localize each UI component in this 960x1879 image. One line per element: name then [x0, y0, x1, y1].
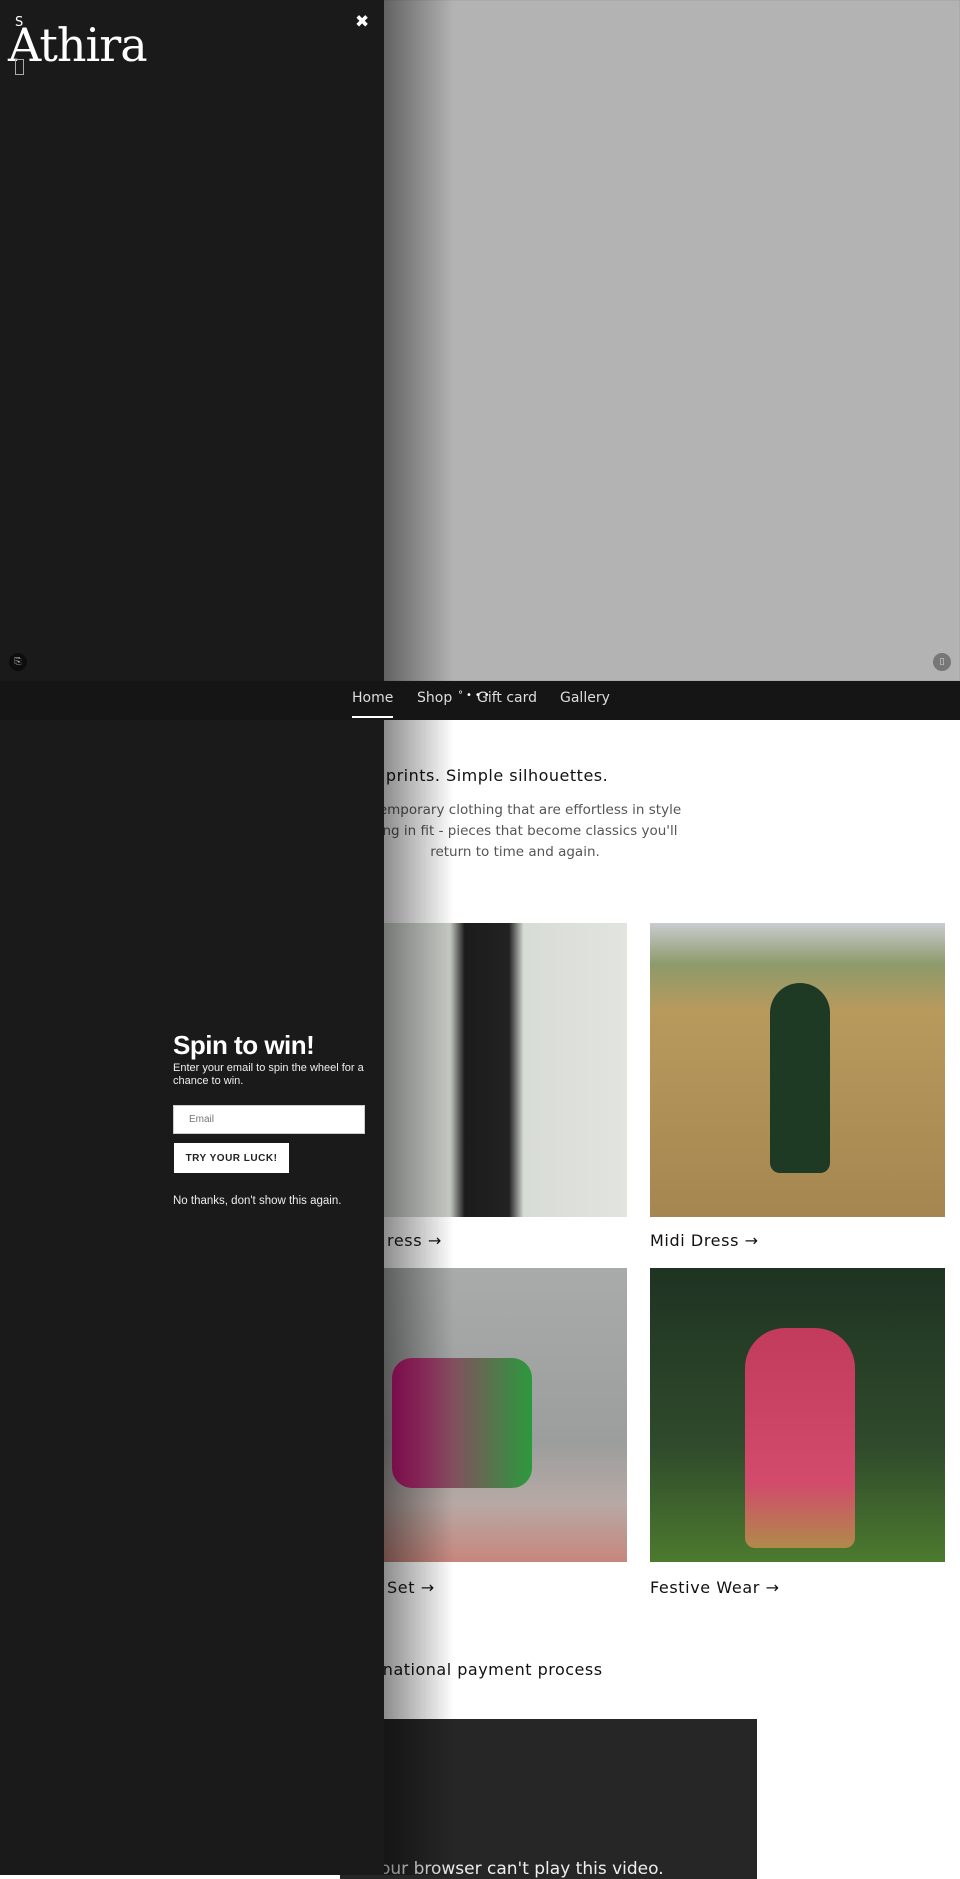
close-icon[interactable]: ✖: [355, 12, 369, 32]
collection-link[interactable]: Festive Wear →: [650, 1578, 780, 1597]
nav-gallery[interactable]: Gallery: [560, 690, 610, 706]
collection-image-festive-wear[interactable]: [650, 1268, 945, 1562]
try-your-luck-button[interactable]: TRY YOUR LUCK!: [174, 1143, 289, 1173]
slide-dots[interactable]: °•••: [458, 690, 493, 701]
nav-shop[interactable]: Shop: [417, 690, 452, 706]
popup-title: Spin to win!: [173, 1030, 315, 1060]
collection-link[interactable]: Midi Dress →: [650, 1231, 759, 1250]
collection-link[interactable]: ress →: [387, 1231, 442, 1250]
side-drawer: Athira S ✖ ⎘ Spin to win! Enter your ema…: [0, 0, 384, 1875]
placeholder-icon: [15, 59, 24, 75]
nav-home[interactable]: Home: [352, 690, 394, 718]
festive-figure: [745, 1328, 855, 1548]
slideshow-pause-button[interactable]: ▯: [933, 653, 951, 671]
logo-mark: S: [15, 15, 24, 30]
collection-link[interactable]: Set →: [387, 1578, 435, 1597]
share-icon[interactable]: ⎘: [9, 653, 27, 671]
brand-logo[interactable]: Athira: [8, 18, 148, 72]
dress-figure: [770, 983, 830, 1173]
collection-image-midi-dress[interactable]: [650, 923, 945, 1217]
popup-subtitle: Enter your email to spin the wheel for a…: [173, 1062, 364, 1087]
email-input[interactable]: [173, 1105, 365, 1134]
dismiss-link[interactable]: No thanks, don't show this again.: [173, 1195, 341, 1207]
